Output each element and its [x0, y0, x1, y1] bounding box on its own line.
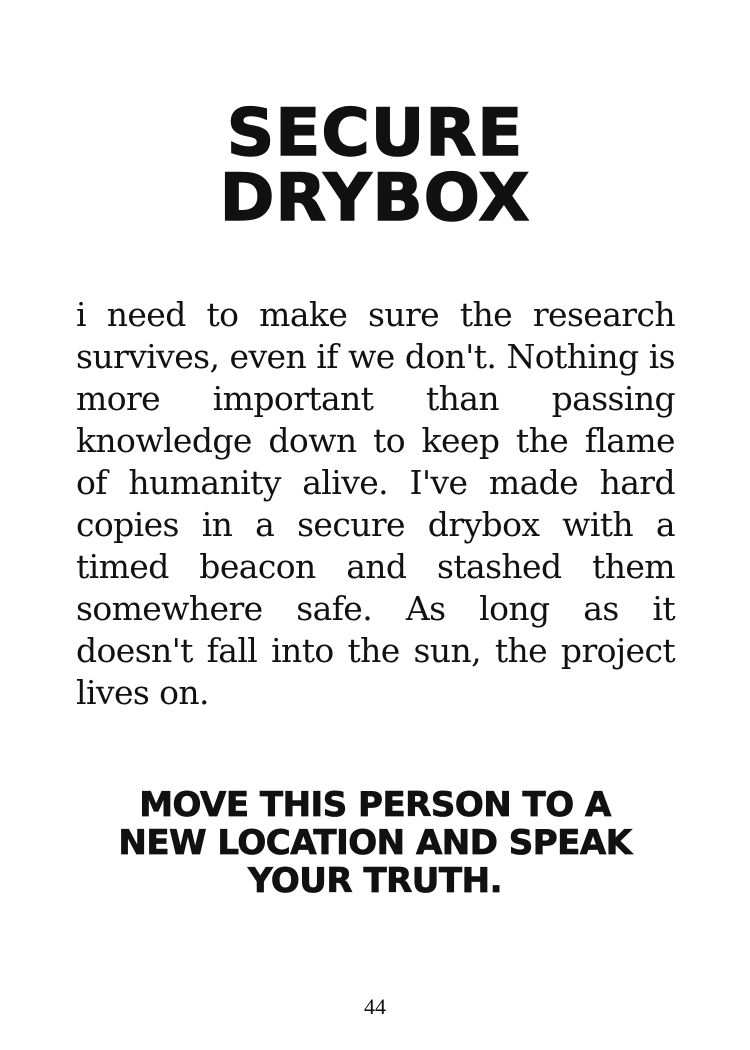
card-title-line-1: SECURE	[226, 95, 524, 171]
card-instruction-line-1: MOVE THIS PERSON TO A	[139, 785, 612, 825]
card-body-text: i need to make sure the research survive…	[76, 295, 676, 712]
card-instruction: MOVE THIS PERSON TO A NEW LOCATION AND S…	[0, 785, 750, 901]
card-instruction-line-2: NEW LOCATION AND SPEAK	[118, 823, 632, 863]
card-page: SECURE DRYBOX i need to make sure the re…	[0, 0, 750, 1050]
page-number: 44	[364, 994, 386, 1019]
card-title-line-2: DRYBOX	[219, 160, 531, 236]
card-instruction-line-3: YOUR TRUTH.	[248, 861, 503, 901]
card-title: SECURE DRYBOX	[0, 95, 750, 236]
